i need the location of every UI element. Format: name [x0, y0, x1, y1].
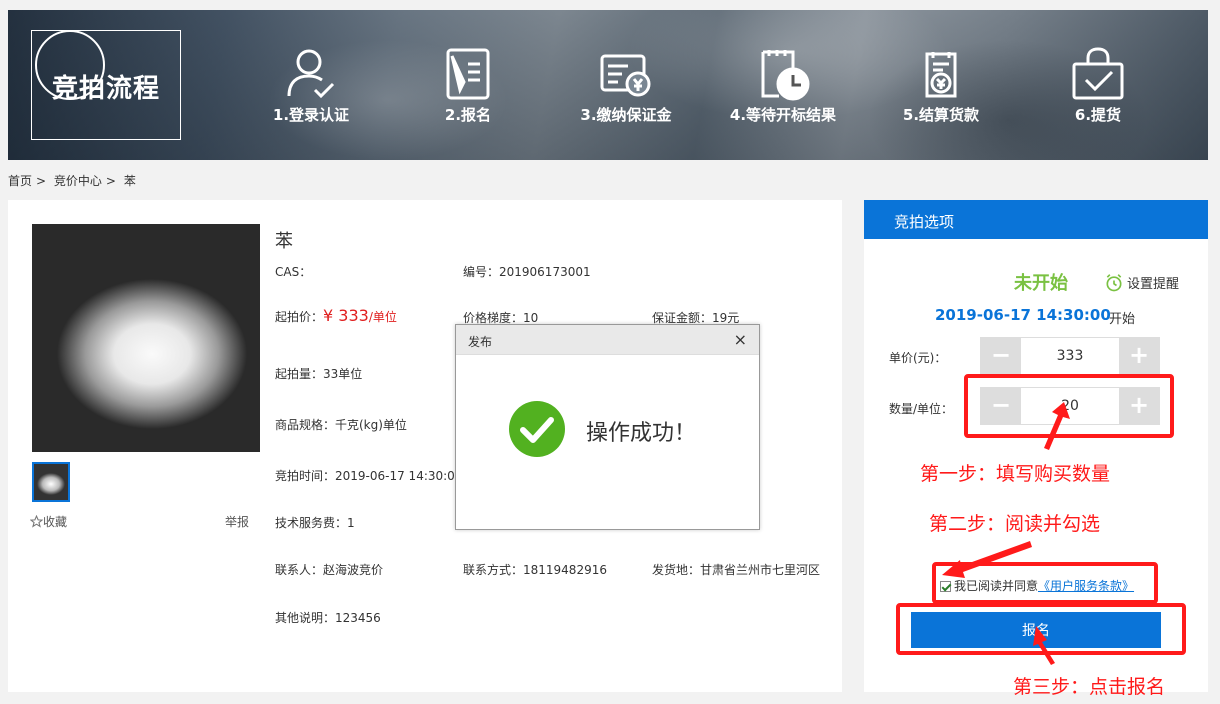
user-check-icon: [287, 49, 335, 99]
shopping-bag-icon: [1072, 47, 1124, 100]
price-minus-button[interactable]: −: [981, 338, 1021, 374]
signup-form-icon: [446, 48, 490, 100]
close-icon[interactable]: ×: [734, 330, 747, 349]
annotation-step3: 第三步：点击报名: [1013, 676, 1166, 698]
favorite-label: 收藏: [43, 515, 68, 529]
phone-field: 联系方式：18119482916: [463, 563, 607, 577]
step-pickup: 6.提货: [1028, 46, 1168, 125]
annotation-box-agreement: [932, 562, 1158, 604]
step-signup: 2.报名: [398, 46, 538, 125]
dialog-header: 发布 ×: [456, 325, 759, 355]
price-plus-button[interactable]: +: [1119, 338, 1159, 374]
quantity-label: 数量/单位：: [889, 402, 954, 416]
annotation-step1: 第一步：填写购买数量: [920, 463, 1111, 485]
favorite-button[interactable]: 收藏: [29, 513, 68, 530]
breadcrumb-home[interactable]: 首页: [8, 174, 32, 188]
star-icon: [29, 514, 44, 528]
remark-field: 其他说明：123456: [275, 611, 381, 625]
success-check-icon: [509, 401, 565, 457]
breadcrumb-separator: >: [105, 174, 116, 188]
product-name: 苯: [275, 231, 293, 252]
publish-dialog: 发布 × 操作成功！: [455, 324, 760, 530]
step-label: 2.报名: [444, 106, 492, 124]
start-price-unit: /单位: [368, 310, 397, 324]
dialog-body: 操作成功！: [456, 355, 759, 530]
ship-from-field: 发货地：甘肃省兰州市七里河区: [652, 563, 821, 577]
code-field: 编号：201906173001: [463, 265, 591, 279]
start-price-field: 起拍价：¥ 333/单位: [275, 306, 397, 325]
step-wait-result: 4.等待开标结果: [713, 46, 853, 125]
flow-title: 竞拍流程: [52, 74, 161, 104]
alarm-clock-icon: [1106, 274, 1122, 292]
step-label: 6.提货: [1074, 106, 1122, 124]
clock-document-icon: [761, 50, 810, 101]
breadcrumb-separator: >: [36, 174, 47, 188]
step-deposit: 3.缴纳保证金: [556, 46, 696, 125]
step-label: 5.结算货款: [902, 106, 980, 124]
success-message: 操作成功！: [586, 421, 697, 446]
step-settlement: 5.结算货款: [871, 46, 1011, 125]
product-image: [32, 224, 260, 452]
step-label: 4.等待开标结果: [729, 106, 837, 124]
start-price-value: ¥ 333: [323, 306, 369, 325]
dialog-title: 发布: [468, 335, 493, 349]
report-link[interactable]: 举报: [225, 513, 249, 530]
auction-time-field: 竞拍时间：2019-06-17 14:30:00: [275, 469, 463, 483]
set-reminder-button[interactable]: 设置提醒: [1104, 273, 1179, 293]
start-price-label: 起拍价：: [275, 310, 324, 324]
bid-options-header: 竞拍选项: [864, 200, 1208, 239]
step-label: 1.登录认证: [272, 106, 350, 124]
cas-field: CAS：: [275, 265, 312, 279]
annotation-step2: 第二步：阅读并勾选: [929, 513, 1101, 535]
step-label: 3.缴纳保证金: [580, 106, 672, 124]
product-thumbnail[interactable]: [32, 462, 70, 502]
deposit-card-icon: [600, 54, 651, 97]
unit-price-stepper: − +: [980, 337, 1160, 375]
step-login: 1.登录认证: [241, 46, 381, 125]
breadcrumb: 首页 > 竞价中心 > 苯: [8, 172, 140, 189]
set-reminder-label: 设置提醒: [1127, 277, 1180, 292]
start-suffix: 开始: [1109, 312, 1136, 327]
spec-field: 商品规格：千克(kg)单位: [275, 418, 407, 432]
breadcrumb-center[interactable]: 竞价中心: [54, 174, 102, 188]
annotation-box-signup: [896, 603, 1186, 655]
unit-price-input[interactable]: [1021, 338, 1119, 374]
start-qty-field: 起拍量：33单位: [275, 367, 363, 381]
unit-price-label: 单价(元)：: [889, 351, 947, 365]
breadcrumb-current: 苯: [123, 174, 136, 188]
process-banner: 竞拍流程 1.登录认证 2.报名 3.缴纳保证金 4.等待开标结果 5.结算货款…: [8, 10, 1208, 160]
service-fee-field: 技术服务费：1: [275, 516, 355, 530]
start-time: 2019-06-17 14:30:00: [935, 306, 1111, 324]
settlement-icon: [925, 52, 957, 98]
auction-status: 未开始: [1014, 273, 1068, 294]
contact-field: 联系人：赵海波竞价: [275, 563, 384, 577]
annotation-box-quantity: [964, 374, 1174, 438]
